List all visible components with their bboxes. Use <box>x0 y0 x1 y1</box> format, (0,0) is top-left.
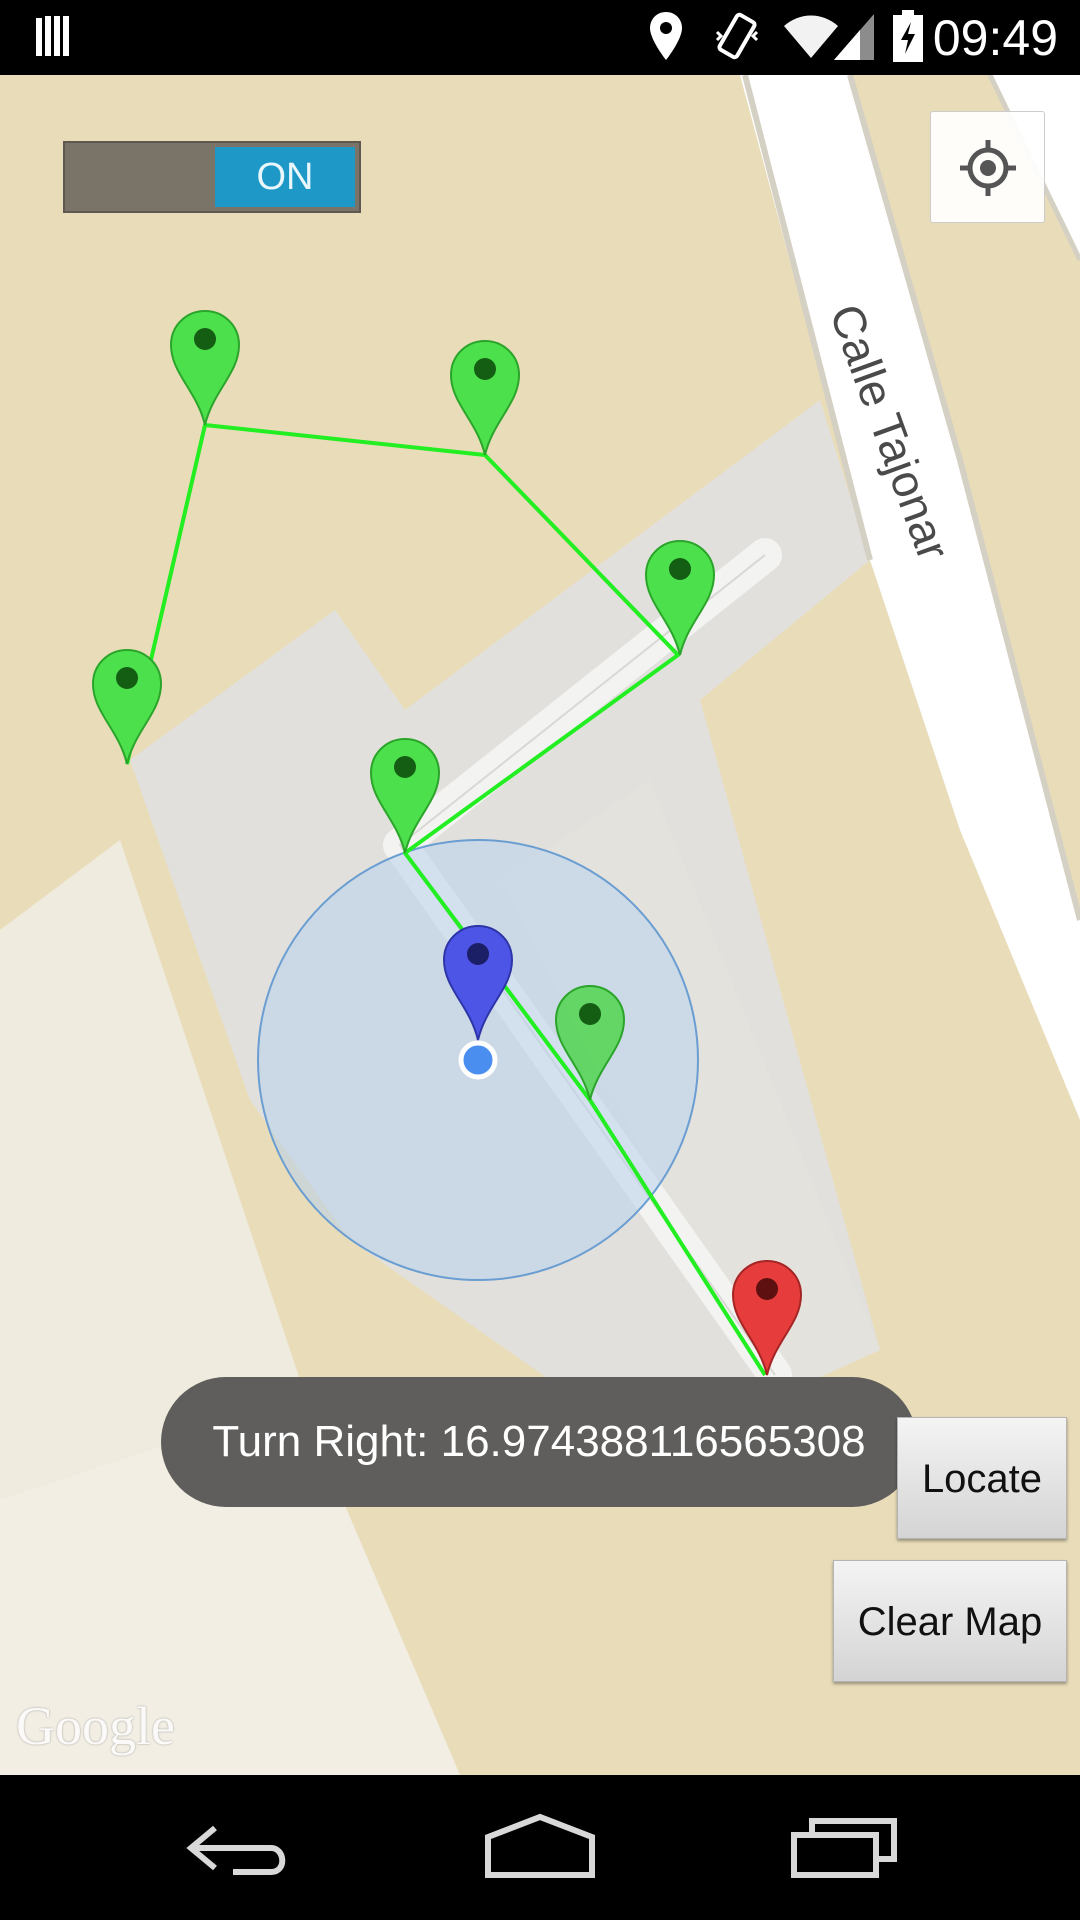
location-icon <box>650 12 682 60</box>
back-icon[interactable] <box>185 1820 295 1880</box>
signal-icon <box>834 14 874 60</box>
clock: 09:49 <box>932 10 1058 66</box>
navigation-bar <box>0 1775 1080 1920</box>
battery-charging-icon <box>893 10 923 62</box>
waypoint-marker[interactable] <box>92 649 162 765</box>
waypoint-marker[interactable] <box>170 310 240 426</box>
my-location-button[interactable] <box>930 111 1045 223</box>
waypoint-marker[interactable] <box>645 540 715 656</box>
google-attribution: Google <box>16 1696 175 1756</box>
clear-map-button[interactable]: Clear Map <box>833 1560 1067 1682</box>
home-icon[interactable] <box>484 1813 596 1879</box>
vibrate-icon <box>715 12 759 60</box>
toggle-state-label: ON <box>215 147 355 207</box>
current-position-marker[interactable] <box>443 925 513 1041</box>
destination-marker[interactable] <box>732 1260 802 1376</box>
waypoint-marker[interactable] <box>555 985 625 1101</box>
waypoint-marker[interactable] <box>370 738 440 854</box>
notification-bars-icon <box>36 16 69 56</box>
crosshair-target-icon <box>960 140 1016 196</box>
recents-icon[interactable] <box>790 1815 900 1879</box>
tracking-toggle[interactable]: ON <box>63 141 361 213</box>
turn-instruction-toast: Turn Right: 16.974388116565308 <box>161 1377 917 1507</box>
my-location-dot <box>458 1040 498 1080</box>
locate-button[interactable]: Locate <box>897 1417 1067 1539</box>
status-bar: 09:49 <box>0 0 1080 75</box>
waypoint-marker[interactable] <box>450 340 520 456</box>
